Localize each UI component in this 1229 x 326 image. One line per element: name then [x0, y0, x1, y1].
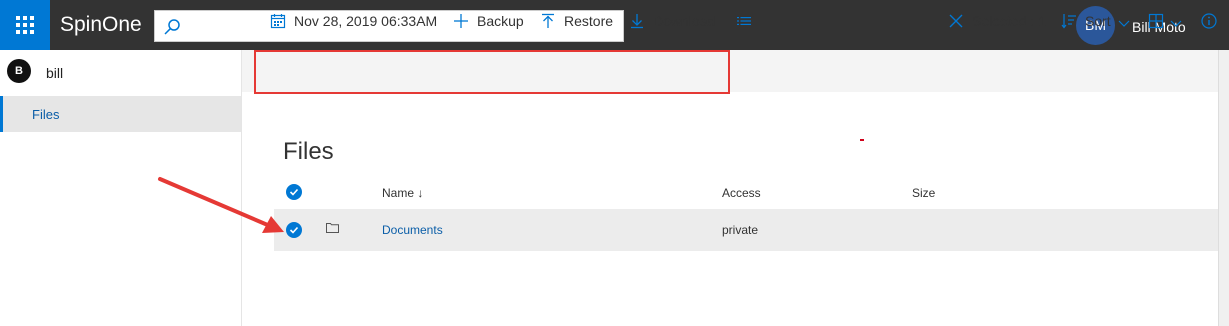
account-badge: B: [7, 59, 31, 83]
app-title: SpinOne: [60, 13, 142, 36]
column-header-size[interactable]: Size: [912, 186, 935, 200]
download-button[interactable]: Download: [629, 12, 719, 32]
sidebar-item-files[interactable]: Files: [0, 96, 241, 132]
info-button[interactable]: [1201, 12, 1219, 32]
download-icon: [631, 14, 643, 29]
account-name: bill: [46, 65, 64, 81]
info-icon: [1201, 13, 1217, 29]
page-title: Files: [283, 138, 334, 165]
sort-label: Sort: [1085, 13, 1111, 29]
red-mark: [860, 139, 864, 141]
close-icon: [949, 14, 963, 28]
check-circle-icon: [289, 226, 299, 234]
vertical-scrollbar[interactable]: [1218, 50, 1229, 326]
selected-count: Selected : 1: [972, 13, 1046, 29]
backup-date-selector[interactable]: Nov 28, 2019 06:33AM: [270, 12, 440, 32]
download-label: Download: [653, 13, 716, 29]
restore-label: Restore: [564, 13, 614, 29]
chevron-down-icon: [1170, 20, 1182, 27]
sort-button[interactable]: Sort: [1061, 12, 1133, 32]
highlight-annotation: [254, 50, 730, 94]
file-access: private: [722, 223, 759, 237]
folder-icon: [326, 223, 339, 233]
sort-icon: [1061, 14, 1076, 29]
restore-icon: [542, 13, 554, 28]
view-switcher-button[interactable]: [1148, 12, 1186, 32]
check-circle-icon: [289, 188, 299, 196]
column-header-access[interactable]: Access: [722, 186, 761, 200]
account-selector[interactable]: B bill: [0, 50, 241, 96]
chevron-down-icon: [1118, 20, 1130, 27]
annotation-arrow: [158, 177, 284, 233]
sidebar-item-label: Files: [32, 107, 60, 122]
app-launcher-button[interactable]: [0, 0, 50, 50]
backup-date-label: Nov 28, 2019 06:33AM: [294, 13, 438, 29]
list-view-icon: [737, 16, 751, 25]
backup-button[interactable]: Backup: [453, 12, 528, 32]
restore-button[interactable]: Restore: [540, 12, 616, 32]
backup-label: Backup: [477, 13, 524, 29]
search-icon: [164, 19, 180, 35]
clear-selection-button[interactable]: Selected : 1: [948, 12, 1048, 32]
column-header-name[interactable]: Name ↓: [382, 186, 423, 200]
selected-indicator: [0, 96, 3, 132]
waffle-icon: [16, 16, 34, 34]
calendar-icon: [270, 14, 286, 29]
table-row[interactable]: Documents private: [274, 209, 1218, 251]
file-name-link[interactable]: Documents: [382, 223, 443, 237]
grid-view-icon: [1148, 13, 1164, 29]
plus-icon: [454, 14, 468, 28]
list-view-button[interactable]: [736, 12, 754, 32]
